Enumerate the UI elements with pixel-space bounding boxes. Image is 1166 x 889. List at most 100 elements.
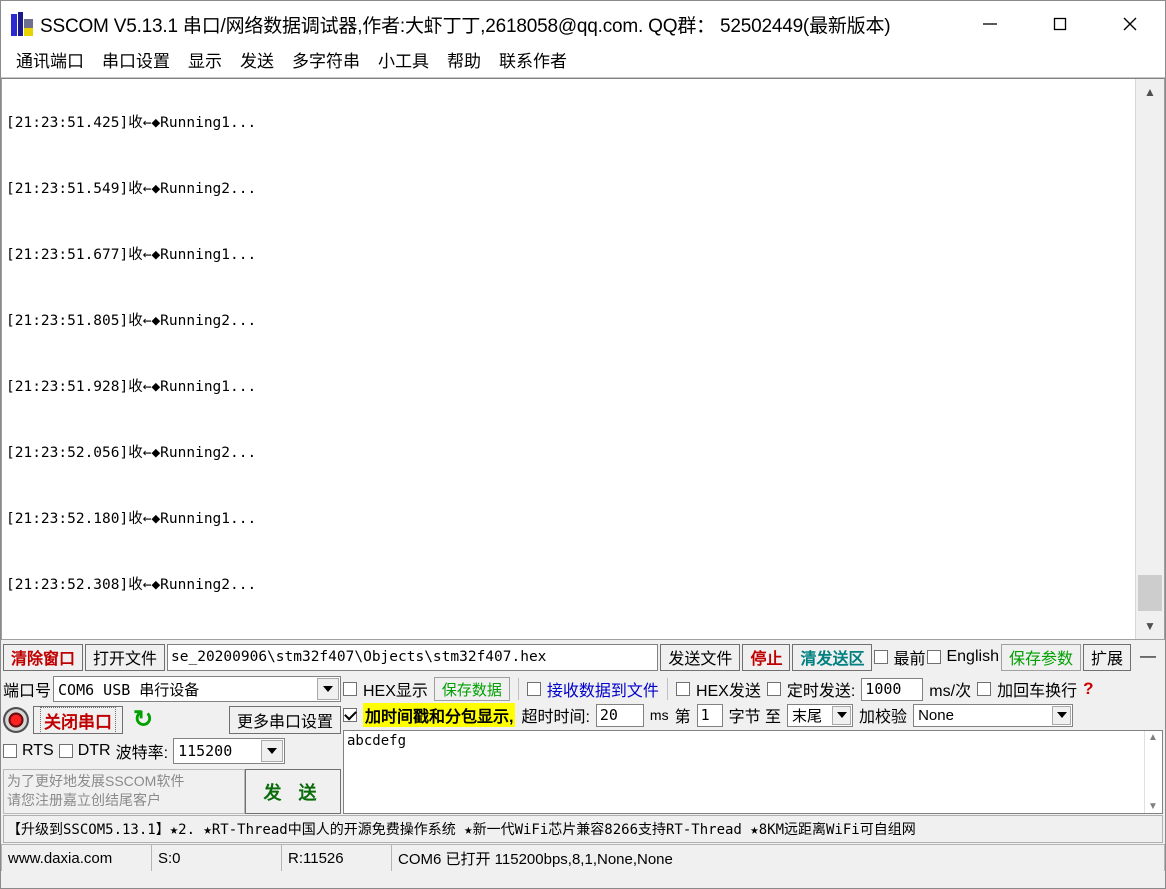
save-params-button[interactable]: 保存参数 — [1001, 644, 1081, 671]
action-toolbar: 清除窗口 打开文件 se_20200906\stm32f407\Objects\… — [1, 640, 1165, 674]
byte-range-prefix: 第 — [675, 703, 691, 727]
english-checkbox-group[interactable]: English — [927, 648, 998, 666]
checksum-select[interactable]: None — [913, 704, 1073, 727]
scrollbar-thumb[interactable] — [1138, 575, 1162, 611]
advertisement-bar[interactable]: 【升级到SSCOM5.13.1】★2. ★RT-Thread中国人的开源免费操作… — [3, 815, 1163, 843]
send-area-scrollbar[interactable]: ▲ ▼ — [1144, 731, 1162, 813]
send-button[interactable]: 发 送 — [245, 769, 341, 814]
status-received-count: R:11526 — [281, 844, 391, 871]
minimize-button[interactable] — [955, 1, 1025, 47]
terminal-line: [21:23:51.805]收←◆Running2... — [6, 313, 1135, 331]
menu-item-serial-settings[interactable]: 串口设置 — [93, 49, 179, 75]
hex-display-label: HEX显示 — [363, 677, 428, 701]
menu-item-help[interactable]: 帮助 — [438, 49, 490, 75]
send-text-input[interactable]: abcdefg — [344, 731, 1144, 813]
byte-start-input[interactable]: 1 — [697, 704, 723, 727]
scroll-up-icon[interactable]: ▲ — [1136, 79, 1164, 105]
terminal-line: [21:23:52.308]收←◆Running2... — [6, 577, 1135, 595]
menu-item-send[interactable]: 发送 — [231, 49, 283, 75]
send-text-area[interactable]: abcdefg ▲ ▼ — [343, 730, 1163, 814]
crlf-checkbox[interactable] — [977, 682, 991, 696]
promo-line-2: 请您注册嘉立创结尾客户 — [7, 791, 241, 810]
crlf-label: 加回车换行 — [997, 677, 1077, 701]
hex-send-checkbox[interactable] — [676, 682, 690, 696]
menu-item-multi-string[interactable]: 多字符串 — [283, 49, 369, 75]
status-bar: www.daxia.com S:0 R:11526 COM6 已打开 11520… — [1, 844, 1165, 871]
registration-promo: 为了更好地发展SSCOM软件 请您注册嘉立创结尾客户 — [3, 769, 245, 814]
english-label: English — [946, 648, 998, 666]
timed-send-checkbox[interactable] — [767, 682, 781, 696]
topmost-checkbox[interactable] — [874, 650, 888, 664]
terminal-line: [21:23:52.180]收←◆Running1... — [6, 511, 1135, 529]
scroll-down-icon[interactable]: ▼ — [1136, 613, 1164, 639]
hex-display-checkbox[interactable] — [343, 682, 357, 696]
rts-checkbox[interactable] — [3, 744, 17, 758]
terminal-output[interactable]: [21:23:51.425]收←◆Running1... [21:23:51.5… — [2, 79, 1135, 639]
baud-rate-label: 波特率: — [116, 739, 168, 763]
terminal-line: [21:23:51.677]收←◆Running1... — [6, 247, 1135, 265]
port-control-row: 关闭串口 ↻ 更多串口设置 — [3, 706, 341, 734]
baud-rate-value: 115200 — [178, 742, 232, 760]
file-path-input[interactable]: se_20200906\stm32f407\Objects\stm32f407.… — [167, 644, 658, 671]
open-file-button[interactable]: 打开文件 — [85, 644, 165, 671]
promo-line-1: 为了更好地发展SSCOM软件 — [7, 772, 241, 791]
hex-send-label: HEX发送 — [696, 677, 761, 701]
topmost-checkbox-group[interactable]: 最前 — [874, 645, 925, 669]
divider — [518, 678, 519, 700]
recv-to-file-checkbox[interactable] — [527, 682, 541, 696]
clear-window-button[interactable]: 清除窗口 — [3, 644, 83, 671]
rts-label: RTS — [22, 742, 54, 760]
timeout-label: 超时时间: — [521, 703, 589, 727]
dtr-checkbox[interactable] — [59, 744, 73, 758]
english-checkbox[interactable] — [927, 650, 941, 664]
save-data-button[interactable]: 保存数据 — [434, 677, 510, 701]
terminal-line: [21:23:51.928]收←◆Running1... — [6, 379, 1135, 397]
checksum-label: 加校验 — [859, 703, 907, 727]
sscom-window: SSCOM V5.13.1 串口/网络数据调试器,作者:大虾丁丁,2618058… — [0, 0, 1166, 889]
chevron-down-icon[interactable] — [832, 706, 851, 725]
flow-control-row: RTS DTR 波特率: 115200 — [3, 738, 341, 764]
maximize-button[interactable] — [1025, 1, 1095, 47]
baud-rate-select[interactable]: 115200 — [173, 738, 285, 764]
port-select-value: COM6 USB 串行设备 — [58, 679, 199, 700]
scroll-up-icon[interactable]: ▲ — [1148, 732, 1158, 743]
menu-bar: 通讯端口 串口设置 显示 发送 多字符串 小工具 帮助 联系作者 — [1, 47, 1165, 78]
port-select[interactable]: COM6 USB 串行设备 — [53, 676, 341, 702]
byte-range-mid: 字节 至 — [729, 703, 781, 727]
menu-item-display[interactable]: 显示 — [179, 49, 231, 75]
close-port-button[interactable]: 关闭串口 — [33, 706, 123, 734]
menu-item-comm-port[interactable]: 通讯端口 — [7, 49, 93, 75]
app-logo-icon — [11, 12, 33, 36]
more-serial-settings-button[interactable]: 更多串口设置 — [229, 706, 341, 734]
clear-send-area-button[interactable]: 清发送区 — [792, 644, 872, 671]
scroll-down-icon[interactable]: ▼ — [1148, 801, 1158, 812]
collapse-button[interactable]: — — [1133, 644, 1163, 671]
divider — [667, 678, 668, 700]
promo-send-row: 为了更好地发展SSCOM软件 请您注册嘉立创结尾客户 发 送 — [3, 769, 341, 814]
status-website[interactable]: www.daxia.com — [1, 844, 151, 871]
chevron-down-icon[interactable] — [317, 678, 339, 700]
byte-end-select[interactable]: 末尾 — [787, 704, 853, 727]
settings-region: 端口号 COM6 USB 串行设备 关闭串口 ↻ 更多串口设置 RTS DTR — [1, 674, 1165, 814]
status-connection-info: COM6 已打开 115200bps,8,1,None,None — [391, 844, 1165, 871]
refresh-icon[interactable]: ↻ — [133, 708, 153, 732]
terminal-scrollbar[interactable]: ▲ ▼ — [1135, 79, 1164, 639]
timed-send-unit: ms/次 — [929, 677, 971, 701]
chevron-down-icon[interactable] — [261, 740, 283, 762]
terminal-line: [21:23:52.056]收←◆Running2... — [6, 445, 1135, 463]
timed-send-label: 定时发送: — [787, 677, 855, 701]
stop-button[interactable]: 停止 — [742, 644, 790, 671]
extend-button[interactable]: 扩展 — [1083, 644, 1131, 671]
close-button[interactable] — [1095, 1, 1165, 47]
send-file-button[interactable]: 发送文件 — [660, 644, 740, 671]
timed-send-input[interactable]: 1000 — [861, 678, 923, 701]
options-row-1: HEX显示 保存数据 接收数据到文件 HEX发送 定时发送: 1000 ms/次… — [343, 676, 1163, 702]
timestamp-checkbox[interactable] — [343, 708, 357, 722]
timeout-input[interactable]: 20 — [596, 704, 644, 727]
help-icon[interactable]: ? — [1083, 679, 1093, 699]
terminal-line: [21:23:51.425]收←◆Running1... — [6, 115, 1135, 133]
menu-item-contact-author[interactable]: 联系作者 — [490, 49, 576, 75]
chevron-down-icon[interactable] — [1052, 706, 1071, 725]
menu-item-tools[interactable]: 小工具 — [369, 49, 438, 75]
port-status-led-icon — [3, 707, 29, 733]
